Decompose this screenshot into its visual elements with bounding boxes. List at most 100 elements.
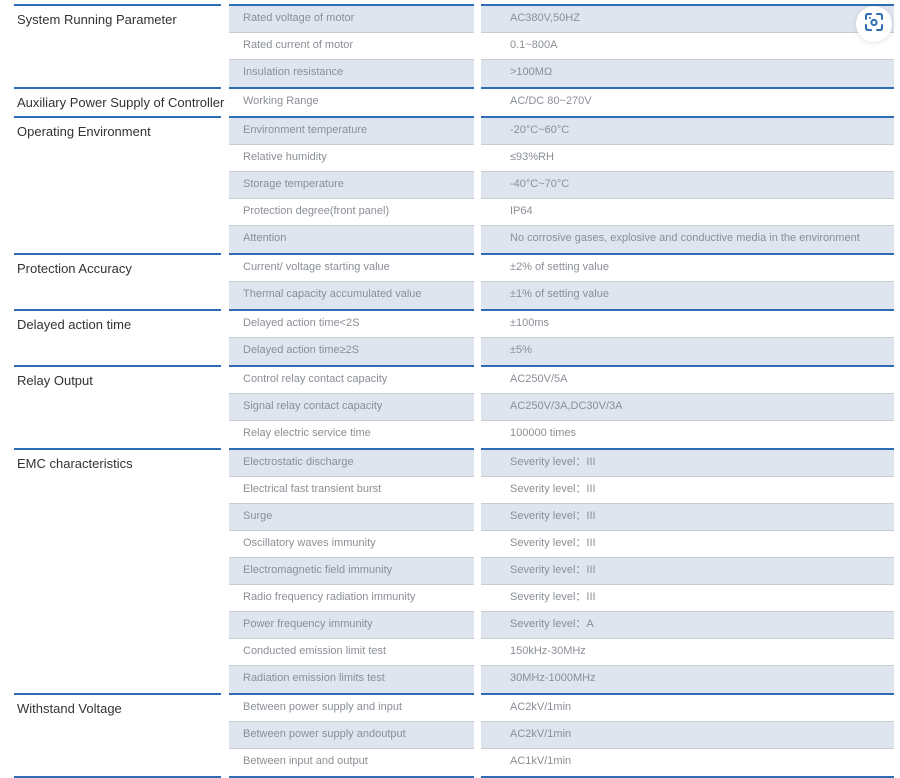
spec-section: Withstand Voltage Between power supply an… bbox=[14, 693, 894, 776]
section-label-cell: Protection Accuracy bbox=[14, 253, 221, 309]
section-label: Auxiliary Power Supply of Controller bbox=[17, 95, 225, 110]
parameter-name: Relative humidity bbox=[229, 145, 474, 172]
parameter-name: Surge bbox=[229, 504, 474, 531]
table-row: Storage temperature -40°C~70°C bbox=[229, 172, 894, 199]
section-rows: Electrostatic discharge Severity level：II… bbox=[229, 448, 894, 693]
parameter-name: Electromagnetic field immunity bbox=[229, 558, 474, 585]
table-row: Relative humidity ≤93%RH bbox=[229, 145, 894, 172]
parameter-value: >100MΩ bbox=[481, 60, 894, 87]
parameter-value: AC250V/5A bbox=[481, 367, 894, 394]
parameter-name: Electrical fast transient burst bbox=[229, 477, 474, 504]
section-label: Protection Accuracy bbox=[17, 261, 132, 276]
parameter-value: AC2kV/1min bbox=[481, 722, 894, 749]
table-row: Current/ voltage starting value ±2% of se… bbox=[229, 255, 894, 282]
section-label-cell: Auxiliary Power Supply of Controller bbox=[14, 87, 225, 116]
parameter-name: Storage temperature bbox=[229, 172, 474, 199]
parameter-value: 0.1~800A bbox=[481, 33, 894, 60]
section-label-cell: Relay Output bbox=[14, 365, 221, 448]
parameter-value: AC380V,50HZ bbox=[481, 6, 894, 33]
table-row: Electromagnetic field immunity Severity l… bbox=[229, 558, 894, 585]
table-row: Working Range AC/DC 80~270V bbox=[229, 89, 894, 116]
spec-section: Delayed action time Delayed action time<2… bbox=[14, 309, 894, 365]
section-rows: Control relay contact capacity AC250V/5A S… bbox=[229, 365, 894, 448]
parameter-name: Protection degree(front panel) bbox=[229, 199, 474, 226]
table-row: Delayed action time≥2S ±5% bbox=[229, 338, 894, 365]
parameter-name: Between input and output bbox=[243, 755, 368, 767]
visual-search-button[interactable] bbox=[856, 6, 892, 42]
section-rows: Environment temperature -20°C~60°C Relativ… bbox=[229, 116, 894, 253]
table-row: Electrical fast transient burst Severity … bbox=[229, 477, 894, 504]
parameter-name: Rated current of motor bbox=[229, 33, 474, 60]
parameter-value: ±5% bbox=[481, 338, 894, 365]
parameter-name: Environment temperature bbox=[229, 118, 474, 145]
table-row: Relay electric service time 100000 times bbox=[229, 421, 894, 448]
parameter-value: AC250V/3A,DC30V/3A bbox=[481, 394, 894, 421]
parameter-value: AC2kV/1min bbox=[481, 695, 894, 722]
parameter-name: Electrostatic discharge bbox=[229, 450, 474, 477]
table-row: Oscillatory waves immunity Severity level… bbox=[229, 531, 894, 558]
section-label-cell: Withstand Voltage bbox=[14, 693, 221, 776]
parameter-value: ±2% of setting value bbox=[481, 255, 894, 282]
section-rows: Between power supply and input AC2kV/1min… bbox=[229, 693, 894, 776]
table-row: Environment temperature -20°C~60°C bbox=[229, 118, 894, 145]
parameter-value: Severity level：III bbox=[481, 558, 894, 585]
scan-lens-icon bbox=[864, 12, 884, 37]
parameter-value: Severity level：A bbox=[481, 612, 894, 639]
parameter-value: 30MHz-1000MHz bbox=[481, 666, 894, 693]
section-label: Operating Environment bbox=[17, 124, 151, 139]
section-label-cell: Operating Environment bbox=[14, 116, 221, 253]
parameter-name: Signal relay contact capacity bbox=[229, 394, 474, 421]
spec-section: Protection Accuracy Current/ voltage star… bbox=[14, 253, 894, 309]
specification-table: System Running Parameter Rated voltage of… bbox=[14, 4, 894, 778]
parameter-value: IP64 bbox=[481, 199, 894, 226]
table-row: Radio frequency radiation immunity Severi… bbox=[229, 585, 894, 612]
parameter-value: -20°C~60°C bbox=[481, 118, 894, 145]
section-label: Relay Output bbox=[17, 373, 93, 388]
table-row: Insulation resistance >100MΩ bbox=[229, 60, 894, 87]
parameter-name: Between power supply andoutput bbox=[229, 722, 474, 749]
spec-section: Relay Output Control relay contact capaci… bbox=[14, 365, 894, 448]
parameter-value: ±100ms bbox=[481, 311, 894, 338]
parameter-name: Radiation emission limits test bbox=[229, 666, 474, 693]
section-rows: Delayed action time<2S ±100ms Delayed acti… bbox=[229, 309, 894, 365]
parameter-name: Power frequency immunity bbox=[229, 612, 474, 639]
parameter-value: Severity level：III bbox=[481, 504, 894, 531]
parameter-name: Radio frequency radiation immunity bbox=[229, 585, 474, 612]
table-row: Between power supply and input AC2kV/1min bbox=[229, 695, 894, 722]
parameter-value: -40°C~70°C bbox=[481, 172, 894, 199]
parameter-name: Between power supply and input bbox=[229, 695, 474, 722]
table-row: Signal relay contact capacity AC250V/3A,D… bbox=[229, 394, 894, 421]
section-label: EMC characteristics bbox=[17, 456, 133, 471]
parameter-name: Attention bbox=[229, 226, 474, 253]
parameter-value: ≤93%RH bbox=[481, 145, 894, 172]
table-row: Electrostatic discharge Severity level：II… bbox=[229, 450, 894, 477]
parameter-name: Relay electric service time bbox=[243, 427, 371, 439]
parameter-name: Control relay contact capacity bbox=[229, 367, 474, 394]
table-row: Thermal capacity accumulated value ±1% of… bbox=[229, 282, 894, 309]
section-label: Withstand Voltage bbox=[17, 701, 122, 716]
spec-section: System Running Parameter Rated voltage of… bbox=[14, 4, 894, 87]
section-label-cell: Delayed action time bbox=[14, 309, 221, 365]
table-row: Radiation emission limits test 30MHz-1000… bbox=[229, 666, 894, 693]
table-row: Conducted emission limit test 150kHz-30MH… bbox=[229, 639, 894, 666]
parameter-value: Severity level：III bbox=[481, 477, 894, 504]
table-row: Rated current of motor 0.1~800A bbox=[229, 33, 894, 60]
section-rows: Current/ voltage starting value ±2% of se… bbox=[229, 253, 894, 309]
table-row: Attention No corrosive gases, explosive a… bbox=[229, 226, 894, 253]
parameter-name: Current/ voltage starting value bbox=[229, 255, 474, 282]
section-rows: Working Range AC/DC 80~270V bbox=[229, 87, 894, 116]
parameter-value: AC1kV/1min bbox=[510, 755, 572, 767]
section-label-cell: EMC characteristics bbox=[14, 448, 221, 693]
table-row: Control relay contact capacity AC250V/5A bbox=[229, 367, 894, 394]
section-rows: Rated voltage of motor AC380V,50HZ Rated c… bbox=[229, 4, 894, 87]
section-label: Delayed action time bbox=[17, 317, 132, 332]
table-row: Between input and output AC1kV/1min bbox=[229, 749, 894, 776]
parameter-name: Delayed action time≥2S bbox=[229, 338, 474, 365]
table-row: Rated voltage of motor AC380V,50HZ bbox=[229, 6, 894, 33]
spec-section: EMC characteristics Electrostatic dischar… bbox=[14, 448, 894, 693]
spec-section: Auxiliary Power Supply of Controller Work… bbox=[14, 87, 894, 116]
table-row: Surge Severity level：III bbox=[229, 504, 894, 531]
spec-section: Operating Environment Environment tempera… bbox=[14, 116, 894, 253]
parameter-value: 100000 times bbox=[510, 427, 577, 439]
parameter-name: Insulation resistance bbox=[229, 60, 474, 87]
